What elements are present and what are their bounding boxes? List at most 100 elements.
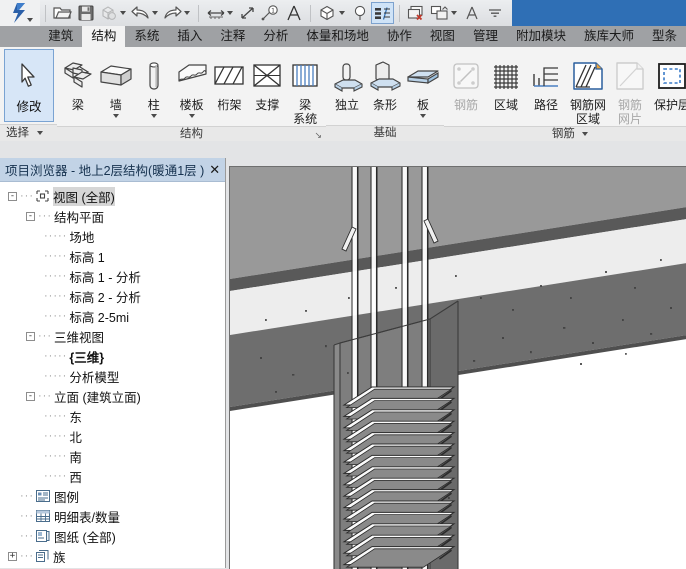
tab-analyze[interactable]: 分析 xyxy=(254,26,297,47)
path-rebar-icon xyxy=(530,54,562,98)
application-menu-button[interactable] xyxy=(0,0,40,26)
aligned-dimension-icon[interactable] xyxy=(236,2,259,24)
tab-structure[interactable]: 结构 xyxy=(82,26,125,47)
tree-item[interactable]: ···明细表/数量 xyxy=(0,506,225,526)
ribbon-button-path-rebar[interactable]: 路径 xyxy=(526,51,566,112)
open-icon[interactable] xyxy=(51,2,74,24)
tab-systems[interactable]: 系统 xyxy=(125,26,168,47)
tab-manage[interactable]: 管理 xyxy=(464,26,507,47)
collapse-icon[interactable]: - xyxy=(26,212,35,221)
tree-item[interactable]: ···图例 xyxy=(0,486,225,506)
tab-bar-spacer xyxy=(0,26,39,47)
ribbon-button-truss[interactable]: 桁架 xyxy=(211,51,249,112)
tree-item[interactable]: ·····标高 2 - 分析 xyxy=(0,286,225,306)
customize-qat-icon[interactable] xyxy=(483,2,506,24)
options-bar xyxy=(0,141,686,158)
ribbon-button-beam[interactable]: 梁 xyxy=(59,51,97,112)
floor-dropdown-caret-icon[interactable] xyxy=(189,114,195,118)
redo-icon[interactable] xyxy=(161,2,184,24)
tree-item[interactable]: ·····{三维} xyxy=(0,346,225,366)
ribbon-button-fabric-area[interactable]: 钢筋网 区域 xyxy=(566,51,610,126)
tree-item[interactable]: -···三维视图 xyxy=(0,326,225,346)
ribbon-button-isolated-footing[interactable]: 独立 xyxy=(328,51,366,112)
tree-connector: ····· xyxy=(44,450,67,462)
default-3d-caret-icon[interactable] xyxy=(339,11,348,15)
tab-view[interactable]: 视图 xyxy=(421,26,464,47)
cover-icon xyxy=(656,54,686,98)
measure-caret-icon[interactable] xyxy=(227,11,236,15)
close-icon[interactable]: ✕ xyxy=(204,158,225,181)
tab-annotate[interactable]: 注释 xyxy=(211,26,254,47)
tag-by-category-icon[interactable]: 1 xyxy=(259,2,282,24)
tree-item[interactable]: -···视图 (全部) xyxy=(0,186,225,206)
ribbon-button-cover[interactable]: 保护层 xyxy=(650,51,686,112)
drawing-canvas[interactable] xyxy=(229,166,686,569)
thin-lines-icon[interactable] xyxy=(371,2,394,24)
tab-massing-site[interactable]: 体量和场地 xyxy=(297,26,378,47)
tree-item[interactable]: ·····南 xyxy=(0,446,225,466)
ribbon-button-wall-footing[interactable]: 条形 xyxy=(366,51,404,112)
ribbon-button-floor[interactable]: 楼板 xyxy=(173,51,211,118)
tree-item[interactable]: ·····标高 1 xyxy=(0,246,225,266)
select-panel-caret-icon[interactable] xyxy=(37,131,43,135)
modify-button[interactable]: 修改 xyxy=(4,49,54,122)
close-hidden-windows-icon[interactable] xyxy=(405,2,428,24)
tree-item[interactable]: ·····场地 xyxy=(0,226,225,246)
sync-caret-icon[interactable] xyxy=(120,11,129,15)
ribbon-button-rebar[interactable]: 钢筋 xyxy=(446,51,486,112)
measure-icon[interactable] xyxy=(204,2,227,24)
panel-reinforcement: 钢筋 区域 路径 钢筋 xyxy=(444,47,686,141)
tab-insert[interactable]: 插入 xyxy=(168,26,211,47)
tab-addins[interactable]: 附加模块 xyxy=(507,26,575,47)
save-icon[interactable] xyxy=(74,2,97,24)
text-icon[interactable] xyxy=(282,2,305,24)
ribbon-button-beam-system-label2: 系统 xyxy=(293,112,317,126)
tree-item[interactable]: ·····标高 2-5mi xyxy=(0,306,225,326)
slab-footing-dropdown-caret-icon[interactable] xyxy=(420,114,426,118)
section-icon[interactable] xyxy=(348,2,371,24)
undo-icon[interactable] xyxy=(129,2,152,24)
slab-footing-icon xyxy=(405,54,441,98)
default-3d-view-icon[interactable] xyxy=(316,2,339,24)
ribbon-button-fabric-sheet[interactable]: 钢筋 网片 xyxy=(610,51,650,126)
tab-collaborate[interactable]: 协作 xyxy=(378,26,421,47)
ribbon-button-column[interactable]: 柱 xyxy=(135,51,173,118)
ribbon-button-wall[interactable]: 墙 xyxy=(97,51,135,118)
tree-item[interactable]: -···结构平面 xyxy=(0,206,225,226)
tree-item[interactable]: ·····北 xyxy=(0,426,225,446)
beam-system-icon xyxy=(288,54,322,98)
collapse-icon[interactable]: - xyxy=(26,392,35,401)
tree-item-label: 标高 2 - 分析 xyxy=(69,287,141,306)
expand-icon[interactable]: + xyxy=(8,552,17,561)
wall-dropdown-caret-icon[interactable] xyxy=(113,114,119,118)
isolated-footing-icon xyxy=(330,54,364,98)
tree-item[interactable]: ···图纸 (全部) xyxy=(0,526,225,546)
application-menu-caret-icon[interactable] xyxy=(27,18,33,22)
tab-family-library[interactable]: 族库大师 xyxy=(575,26,643,47)
tree-item[interactable]: +···族 xyxy=(0,546,225,566)
tree-item[interactable]: ·····西 xyxy=(0,466,225,486)
ribbon-button-brace[interactable]: 支撑 xyxy=(248,51,286,112)
project-browser-header: 项目浏览器 - 地上2层结构(暖通1层 ) ✕ xyxy=(0,158,225,182)
ribbon-button-slab-footing[interactable]: 板 xyxy=(404,51,442,118)
ribbon-button-beam-system[interactable]: 梁 系统 xyxy=(286,51,324,126)
tree-connector: ··· xyxy=(20,550,34,562)
switch-windows-caret-icon[interactable] xyxy=(451,11,460,15)
tab-architecture[interactable]: 建筑 xyxy=(39,26,82,47)
collapse-icon[interactable]: - xyxy=(26,332,35,341)
reinforcement-panel-caret-icon[interactable] xyxy=(582,132,588,136)
ribbon-button-area-rebar[interactable]: 区域 xyxy=(486,51,526,112)
tree-item[interactable]: ·····分析模型 xyxy=(0,366,225,386)
collapse-icon[interactable]: - xyxy=(8,192,17,201)
tree-item[interactable]: ·····标高 1 - 分析 xyxy=(0,266,225,286)
tab-profile[interactable]: 型条 xyxy=(643,26,686,47)
tree-item[interactable]: ·····东 xyxy=(0,406,225,426)
schedule-icon xyxy=(36,510,50,522)
tree-item[interactable]: -···立面 (建筑立面) xyxy=(0,386,225,406)
redo-caret-icon[interactable] xyxy=(184,11,193,15)
autodesk-a-icon[interactable] xyxy=(460,2,483,24)
sync-with-central-icon[interactable] xyxy=(97,2,120,24)
undo-caret-icon[interactable] xyxy=(152,11,161,15)
column-dropdown-caret-icon[interactable] xyxy=(151,114,157,118)
switch-windows-icon[interactable] xyxy=(428,2,451,24)
